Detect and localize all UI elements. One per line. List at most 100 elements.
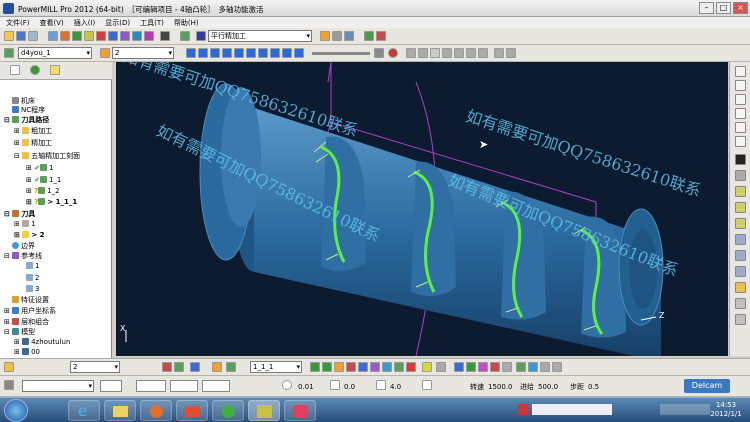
globe-tab-icon[interactable] (30, 65, 40, 75)
point-dist-icon[interactable] (132, 31, 142, 41)
limit-icon[interactable] (382, 362, 392, 372)
tree-tool2[interactable]: > 2 (31, 231, 44, 239)
tree-threeaxis[interactable]: 五轴精加工刻面 (31, 152, 80, 160)
tree-ucs[interactable]: 用户坐标系 (21, 307, 56, 315)
boundary-tool-icon[interactable] (466, 362, 476, 372)
axis-icon[interactable] (144, 31, 154, 41)
calc-icon[interactable] (160, 31, 170, 41)
play-icon[interactable] (186, 48, 196, 58)
stop-icon[interactable] (210, 48, 220, 58)
tree-toolpaths[interactable]: 刀具路径 (21, 116, 49, 124)
slider-handle-icon[interactable] (374, 48, 384, 58)
calculator-icon[interactable] (332, 31, 342, 41)
toolpath-combo[interactable]: d4you_1 (18, 47, 92, 59)
more-icon[interactable] (552, 362, 562, 372)
shaded-icon[interactable] (735, 154, 746, 165)
feed-rate-icon[interactable] (358, 362, 368, 372)
material-icon[interactable] (442, 48, 452, 58)
menu-tools[interactable]: 工具(T) (140, 18, 164, 28)
save-icon[interactable] (16, 31, 26, 41)
tree-features[interactable]: 特征设置 (21, 296, 49, 304)
toolpath-props-icon[interactable] (212, 362, 222, 372)
view-side-icon[interactable] (735, 108, 746, 119)
open-icon[interactable] (4, 31, 14, 41)
feed-icon[interactable] (72, 31, 82, 41)
tree-levels[interactable]: 层和组合 (21, 318, 49, 326)
browser-taskbar-icon[interactable] (212, 400, 244, 421)
rainbow-icon[interactable] (466, 48, 476, 58)
menu-help[interactable]: 帮助(H) (174, 18, 199, 28)
menu-file[interactable]: 文件(F) (6, 18, 30, 28)
verify-tp-icon[interactable] (310, 362, 320, 372)
wire-icon[interactable] (418, 48, 428, 58)
macro-icon[interactable] (540, 362, 550, 372)
tool-shade-icon[interactable] (478, 48, 488, 58)
tree-p3[interactable]: 3 (35, 285, 39, 293)
start-end-icon[interactable] (96, 31, 106, 41)
record-icon[interactable] (388, 48, 398, 58)
tree-tp4[interactable]: > 1_1_1 (47, 198, 77, 206)
zoom-box-icon[interactable] (735, 218, 746, 229)
explorer-tab-icon[interactable] (10, 65, 20, 75)
maximize-button[interactable]: □ (716, 2, 731, 14)
grid-icon[interactable] (4, 380, 14, 390)
pattern-tool-icon[interactable] (454, 362, 464, 372)
view-iso-icon[interactable] (735, 66, 746, 77)
level-tool-icon[interactable] (528, 362, 538, 372)
tree-tp2[interactable]: 1_1 (49, 176, 61, 184)
verify-icon[interactable] (320, 31, 330, 41)
close-button[interactable]: × (733, 2, 748, 14)
pan-icon[interactable] (735, 234, 746, 245)
tree-tools[interactable]: 刀具 (21, 210, 35, 218)
refresh-view-icon[interactable] (735, 314, 746, 325)
view-back-icon[interactable] (735, 122, 746, 133)
strategy-combo[interactable]: 平行精加工 (208, 30, 312, 42)
tool-combo[interactable]: 2 (112, 47, 174, 59)
shade-icon[interactable] (406, 48, 416, 58)
finish-strategy-icon[interactable] (196, 31, 206, 41)
powermill-taskbar-icon[interactable] (248, 400, 280, 421)
tray-icons[interactable] (660, 404, 710, 415)
tray-ime-bar[interactable] (532, 404, 612, 415)
section-icon[interactable] (735, 298, 746, 309)
tree-machine[interactable]: 机床 (21, 97, 35, 105)
goto-start-icon[interactable] (270, 48, 280, 58)
stats-icon[interactable] (346, 362, 356, 372)
leads-icon[interactable] (108, 31, 118, 41)
fast-forward-icon[interactable] (258, 48, 268, 58)
rewind-icon[interactable] (246, 48, 256, 58)
cut-icon[interactable] (494, 48, 504, 58)
nc-output-icon[interactable] (422, 362, 432, 372)
zoom-icon[interactable] (735, 186, 746, 197)
tree-finish[interactable]: 精加工 (31, 139, 52, 147)
rotate-icon[interactable] (735, 250, 746, 261)
tree-m1[interactable]: 4zhoutulun (31, 338, 70, 346)
speed-slider[interactable] (312, 52, 370, 55)
settings-icon[interactable] (436, 362, 446, 372)
minimize-button[interactable]: – (699, 2, 714, 14)
spin-icon[interactable] (735, 266, 746, 277)
clone-icon[interactable] (174, 362, 184, 372)
tree-boundary[interactable]: 边界 (21, 242, 35, 250)
workplane-icon[interactable] (502, 362, 512, 372)
another-taskbar-icon[interactable] (284, 400, 316, 421)
tree-m2[interactable]: 00 (31, 348, 40, 356)
strategy-icon[interactable] (180, 31, 190, 41)
tree-p1[interactable]: 1 (35, 262, 39, 270)
tool-num-combo[interactable]: 2 (70, 361, 120, 373)
step-back-icon[interactable] (222, 48, 232, 58)
pause-icon[interactable] (198, 48, 208, 58)
tree-tp3[interactable]: 1_2 (47, 187, 59, 195)
wireframe-icon[interactable] (735, 170, 746, 181)
link-icon[interactable] (120, 31, 130, 41)
block-icon[interactable] (48, 31, 58, 41)
graphics-viewport[interactable]: 如有需要可加QQ758632610联系 如有需要可加QQ758632610联系 … (116, 62, 728, 356)
rapid-icon[interactable] (84, 31, 94, 41)
menu-insert[interactable]: 插入(I) (74, 18, 96, 28)
tree-tp1[interactable]: 1 (49, 164, 53, 172)
measure-icon[interactable] (735, 282, 746, 293)
tree-pattern[interactable]: 参考线 (21, 252, 42, 260)
gouge-check-icon[interactable] (322, 362, 332, 372)
feature-tool-icon[interactable] (516, 362, 526, 372)
axis-control-icon[interactable] (370, 362, 380, 372)
